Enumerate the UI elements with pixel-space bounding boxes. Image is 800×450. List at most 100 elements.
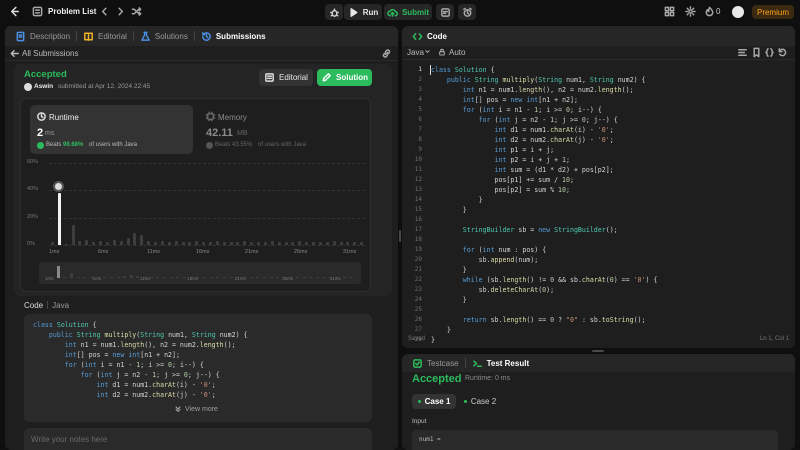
histogram-bar[interactable] (119, 240, 123, 245)
histogram-bar[interactable] (243, 240, 247, 245)
code-line[interactable]: int d2 = num2.charAt(j) - '0'; (431, 135, 657, 145)
notes-input-box[interactable]: Write your notes here (24, 428, 372, 450)
code-line[interactable]: public String multiply(String num1, Stri… (431, 75, 657, 85)
user-avatar[interactable] (732, 6, 744, 18)
case-1-tab[interactable]: Case 1 (412, 394, 456, 409)
link-icon[interactable] (381, 48, 392, 59)
premium-button[interactable]: Premium (752, 5, 794, 19)
tab-code[interactable]: Code (406, 26, 453, 46)
settings-gear-icon[interactable] (685, 6, 696, 17)
histogram-bar[interactable] (92, 242, 96, 245)
runtime-stat-card[interactable]: Runtime 2 ms Beats 98.68% of users with … (30, 105, 193, 154)
chevron-down-icon[interactable] (424, 48, 431, 55)
tab-editorial[interactable]: Editorial (77, 26, 133, 46)
view-more-button[interactable]: View more (174, 405, 218, 413)
histogram-bar[interactable] (167, 242, 171, 245)
next-problem-icon[interactable] (115, 6, 126, 17)
histogram-bar[interactable] (291, 242, 295, 245)
problem-list-icon[interactable] (32, 6, 43, 17)
histogram-bar[interactable] (318, 242, 322, 245)
format-lines-icon[interactable] (737, 47, 748, 58)
histogram-bar[interactable] (64, 244, 68, 245)
horizontal-resize-handle[interactable] (592, 350, 604, 352)
tab-testcase[interactable]: Testcase (406, 354, 465, 372)
code-line[interactable]: int sum = (d1 * d2) + pos[p2]; (431, 165, 657, 175)
histogram-bar[interactable] (209, 242, 212, 245)
histogram-bar[interactable] (229, 242, 233, 245)
code-editor-content[interactable]: class Solution { public String multiply(… (431, 65, 657, 345)
code-line[interactable]: while (sb.length() != 0 && sb.charAt(0) … (431, 275, 658, 285)
code-line[interactable]: sb.append(num); (431, 255, 657, 265)
code-line[interactable]: int p2 = i + j + 1; (431, 155, 657, 165)
code-line[interactable]: int p1 = i + j; (431, 145, 657, 155)
histogram-bar[interactable] (263, 242, 267, 245)
histogram-bar[interactable] (305, 242, 309, 245)
tab-solutions[interactable]: Solutions (134, 26, 194, 46)
prev-problem-icon[interactable] (99, 6, 110, 17)
histogram-bar[interactable] (222, 242, 226, 245)
code-line[interactable]: } (431, 195, 657, 205)
code-line[interactable]: pos[p1] += sum / 10; (431, 175, 657, 185)
histogram-bar[interactable] (215, 240, 219, 245)
histogram-bar[interactable] (332, 240, 336, 245)
code-line[interactable]: int d1 = num1.charAt(i) - '0'; (431, 125, 657, 135)
code-line[interactable]: for (int i = n1 - 1; i >= 0; i--) { (431, 105, 657, 115)
code-line[interactable] (431, 305, 657, 315)
memory-stat-card[interactable]: Memory 42.11 MB Beats 43.55% of users wi… (199, 105, 362, 154)
histogram-bar[interactable] (51, 242, 54, 245)
histogram-bar[interactable] (71, 224, 75, 245)
histogram-bar[interactable] (126, 238, 130, 245)
mode-label[interactable]: Auto (449, 48, 465, 57)
fire-streak-icon[interactable] (704, 6, 715, 17)
braces-icon[interactable] (764, 47, 775, 58)
histogram-bar[interactable] (360, 242, 364, 245)
histogram-bar[interactable] (140, 235, 144, 245)
histogram-bar[interactable] (298, 240, 302, 245)
code-line[interactable]: class Solution { (431, 65, 657, 75)
histogram-bar[interactable] (202, 242, 206, 245)
your-submission-marker[interactable] (52, 181, 64, 193)
vertical-resize-handle[interactable] (399, 230, 401, 242)
code-line[interactable] (431, 235, 657, 245)
author-name[interactable]: Aswin (34, 83, 53, 90)
submit-button[interactable]: Submit (384, 4, 432, 20)
code-line[interactable]: StringBuilder sb = new StringBuilder(); (431, 225, 657, 235)
code-line[interactable]: } (431, 295, 657, 305)
debug-button[interactable] (325, 4, 343, 20)
histogram-bar[interactable] (339, 242, 343, 245)
histogram-bar[interactable] (195, 240, 199, 245)
histogram-bar[interactable] (284, 242, 288, 245)
language-select[interactable]: Java (407, 48, 424, 57)
code-line[interactable]: sb.deleteCharAt(0); (431, 285, 657, 295)
all-submissions-link[interactable]: All Submissions (22, 49, 78, 58)
editorial-button[interactable]: Editorial (259, 69, 313, 86)
histogram-bar[interactable] (277, 242, 281, 245)
tab-test-result[interactable]: Test Result (466, 354, 536, 372)
histogram-bar[interactable] (160, 240, 164, 245)
code-line[interactable]: int n1 = num1.length(), n2 = num2.length… (431, 85, 657, 95)
histogram-bar[interactable] (188, 242, 192, 245)
run-button[interactable]: Run (344, 4, 382, 20)
histogram-bar[interactable] (250, 242, 254, 245)
arrow-left-icon[interactable] (9, 48, 20, 59)
code-line[interactable]: } (431, 265, 657, 275)
code-line[interactable]: pos[p2] = sum % 10; (431, 185, 657, 195)
histogram-bar[interactable] (257, 242, 261, 245)
histogram-bar[interactable] (154, 242, 158, 245)
chart-minimap[interactable]: 1ms 6ms 11ms 16ms 21ms 26ms 31ms (39, 262, 361, 284)
histogram-bar[interactable] (174, 240, 178, 245)
code-line[interactable]: } (431, 205, 657, 215)
layout-grid-icon[interactable] (664, 6, 675, 17)
notes-button[interactable] (436, 4, 454, 20)
histogram-bar[interactable] (133, 232, 137, 245)
histogram-bar[interactable] (312, 242, 316, 245)
leetcode-logo-icon[interactable] (9, 6, 20, 17)
problem-list-link[interactable]: Problem List (48, 7, 96, 16)
code-line[interactable]: for (int j = n2 - 1; j >= 0; j--) { (431, 115, 657, 125)
tab-description[interactable]: Description (9, 26, 76, 46)
reset-icon[interactable] (777, 47, 788, 58)
shuffle-icon[interactable] (131, 6, 142, 17)
histogram-bar[interactable] (270, 240, 274, 245)
solution-button[interactable]: Solution (317, 69, 372, 86)
lock-icon[interactable] (438, 48, 446, 56)
